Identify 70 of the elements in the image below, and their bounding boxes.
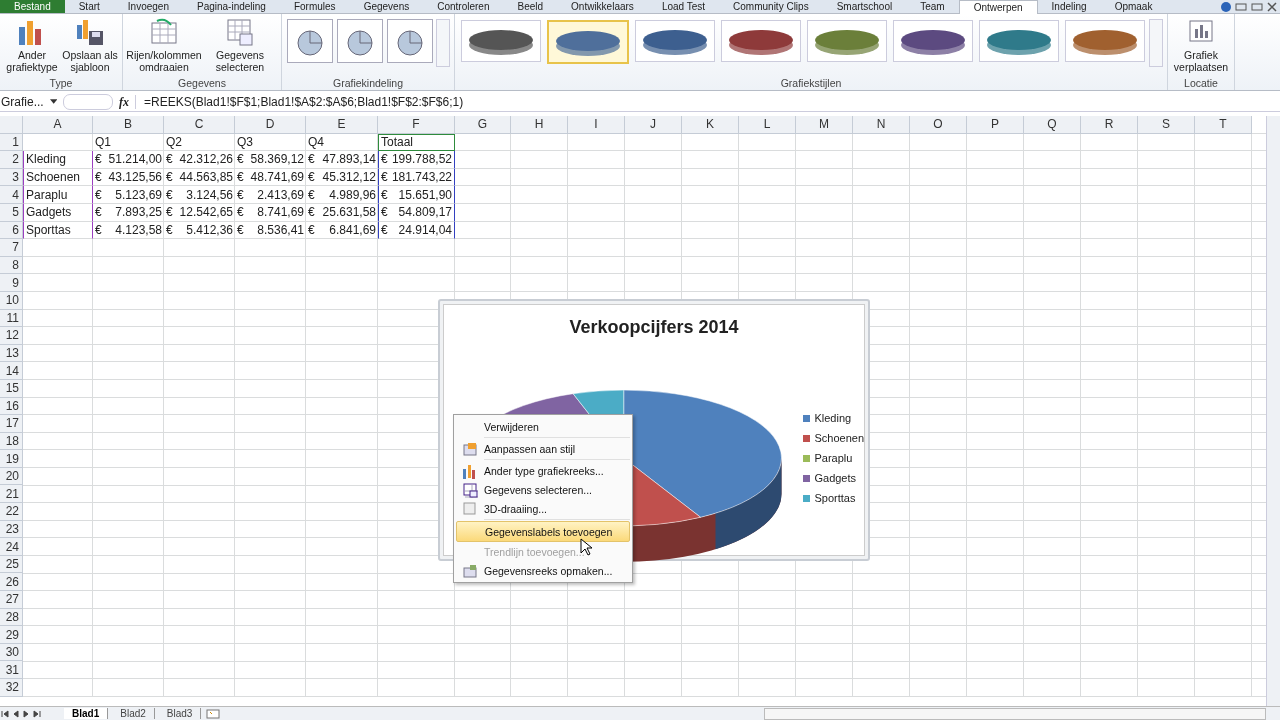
group-label: Locatie	[1183, 77, 1219, 90]
cell-amount: 44.563,85	[179, 170, 233, 185]
table-cell-text: Q1	[94, 133, 112, 151]
currency-symbol: €	[237, 152, 244, 167]
currency-symbol: €	[95, 187, 102, 202]
cell-amount: 58.369,12	[250, 152, 304, 167]
cell-amount: 42.312,26	[179, 152, 233, 167]
table-cell: Schoenen	[23, 168, 93, 187]
cell-amount: 4.123,58	[115, 222, 162, 237]
table-cell: Paraplu	[23, 186, 93, 204]
currency-symbol: €	[166, 152, 173, 167]
cell-amount: 7.893,25	[115, 205, 162, 220]
currency-symbol: €	[381, 205, 388, 220]
currency-symbol: €	[237, 170, 244, 185]
table-cell-text: Q4	[307, 133, 325, 151]
group-label: Gegevens	[177, 77, 227, 90]
group-label: Grafiekstijlen	[779, 77, 843, 90]
currency-symbol: €	[308, 222, 315, 237]
currency-symbol: €	[308, 152, 315, 167]
table-cell: Totaal	[378, 133, 455, 152]
cell-amount: 8.741,69	[257, 205, 304, 220]
cell-amount: 43.125,56	[108, 170, 162, 185]
cell-amount: 5.412,36	[186, 222, 233, 237]
cell-amount: 24.914,04	[398, 222, 452, 237]
table-cell: Gadgets	[23, 203, 93, 222]
cell-amount: 45.312,12	[322, 170, 376, 185]
table-cell: Sporttas	[23, 221, 93, 240]
currency-symbol: €	[308, 187, 315, 202]
table-cell: Kleding	[23, 151, 93, 169]
cell-amount: 181.743,22	[391, 170, 452, 185]
cell-amount: 51.214,00	[108, 152, 162, 167]
currency-symbol: €	[95, 222, 102, 237]
legend-label: Schoenen	[814, 432, 864, 444]
legend-label: Gadgets	[814, 472, 857, 484]
currency-symbol: €	[95, 152, 102, 167]
table-cell-text: Q3	[236, 133, 254, 151]
currency-symbol: €	[95, 205, 102, 220]
cell-amount: 12.542,65	[179, 205, 233, 220]
currency-symbol: €	[308, 205, 315, 220]
currency-symbol: €	[381, 222, 388, 237]
cell-amount: 2.413,69	[257, 187, 304, 202]
cell-amount: 4.989,96	[329, 187, 376, 202]
group-label: Type	[48, 77, 74, 90]
currency-symbol: €	[166, 222, 173, 237]
cell-amount: 47.893,14	[322, 152, 376, 167]
cell-amount: 199.788,52	[391, 152, 452, 167]
legend-label: Sporttas	[814, 492, 856, 504]
currency-symbol: €	[381, 187, 388, 202]
table-cell-text: Q2	[165, 133, 183, 151]
currency-symbol: €	[381, 170, 388, 185]
currency-symbol: €	[237, 205, 244, 220]
currency-symbol: €	[237, 222, 244, 237]
legend-label: Kleding	[814, 412, 852, 424]
cell-amount: 8.536,41	[257, 222, 304, 237]
currency-symbol: €	[166, 205, 173, 220]
cell-amount: 25.631,58	[322, 205, 376, 220]
cell-amount: 54.809,17	[398, 205, 452, 220]
legend-label: Paraplu	[814, 452, 853, 464]
currency-symbol: €	[95, 170, 102, 185]
currency-symbol: €	[308, 170, 315, 185]
currency-symbol: €	[166, 187, 173, 202]
cell-amount: 3.124,56	[186, 187, 233, 202]
cell-amount: 6.841,69	[329, 222, 376, 237]
group-label: Grafiekindeling	[331, 77, 404, 90]
cell-amount: 15.651,90	[398, 187, 452, 202]
currency-symbol: €	[237, 187, 244, 202]
currency-symbol: €	[166, 170, 173, 185]
cell-amount: 48.741,69	[250, 170, 304, 185]
cell-amount: 5.123,69	[115, 187, 162, 202]
currency-symbol: €	[381, 152, 388, 167]
